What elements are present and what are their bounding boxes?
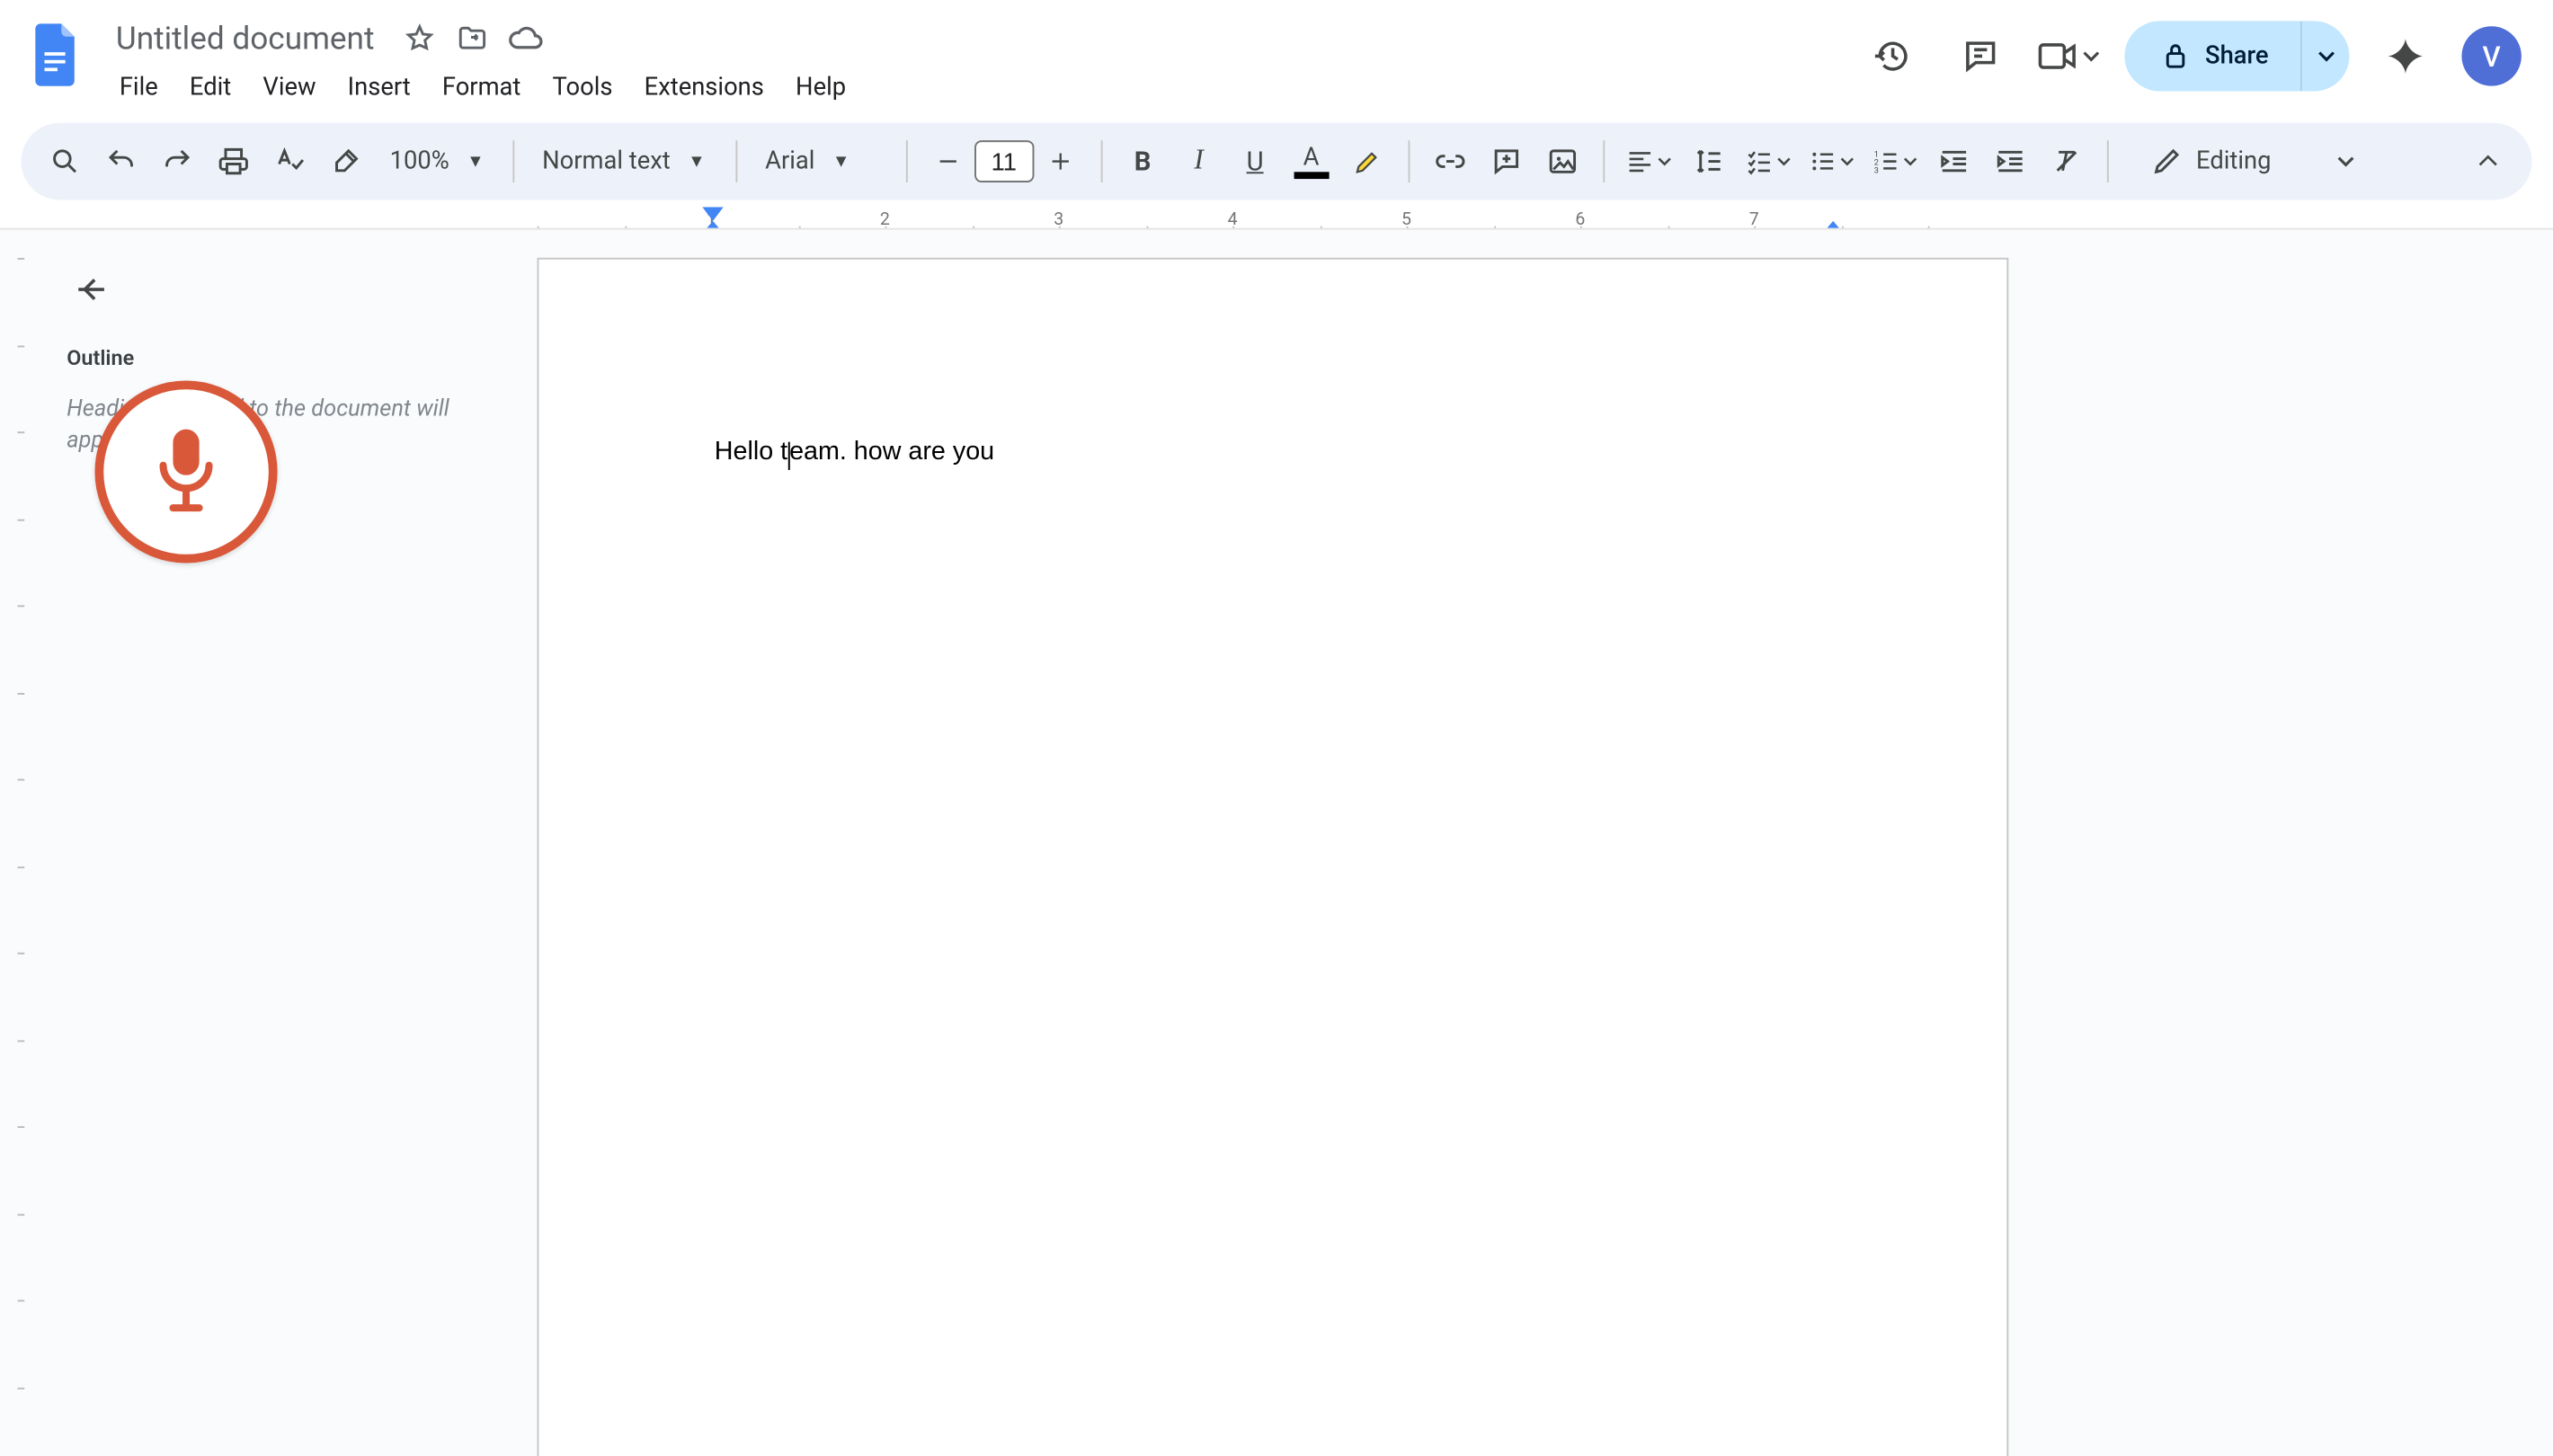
mode-value: Editing: [2196, 147, 2271, 175]
star-icon[interactable]: [403, 21, 438, 56]
decrease-font-button[interactable]: [921, 135, 974, 188]
menu-extensions[interactable]: Extensions: [630, 67, 778, 109]
first-line-indent-marker[interactable]: [702, 207, 723, 221]
align-button[interactable]: [1618, 135, 1677, 188]
spellcheck-button[interactable]: [263, 135, 316, 188]
share-dropdown[interactable]: [2300, 21, 2350, 91]
zoom-value: 100%: [390, 147, 449, 175]
style-value: Normal text: [542, 147, 671, 175]
highlight-button[interactable]: [1341, 135, 1394, 188]
insert-image-button[interactable]: [1536, 135, 1589, 188]
insert-link-button[interactable]: [1424, 135, 1477, 188]
redo-button[interactable]: [151, 135, 204, 188]
increase-indent-button[interactable]: [1984, 135, 2037, 188]
ruler-number: 5: [1401, 210, 1411, 229]
toolbar: 100% ▼ Normal text ▼ Arial ▼ B I U A: [21, 123, 2531, 200]
close-outline-button[interactable]: [67, 265, 116, 315]
font-size-input[interactable]: [974, 140, 1034, 182]
chevron-down-icon: ▼: [832, 152, 850, 171]
menu-tools[interactable]: Tools: [538, 67, 627, 109]
menu-edit[interactable]: Edit: [175, 67, 245, 109]
bold-button[interactable]: B: [1116, 135, 1170, 188]
ruler-number: 4: [1228, 210, 1238, 229]
paragraph-style-select[interactable]: Normal text ▼: [528, 135, 721, 188]
document-canvas[interactable]: Hello team. how are you: [538, 230, 2553, 1456]
menu-help[interactable]: Help: [781, 67, 859, 109]
ruler-number: 3: [1054, 210, 1063, 229]
svg-text:3: 3: [1873, 167, 1878, 176]
meet-icon[interactable]: [2037, 24, 2100, 87]
vertical-ruler[interactable]: [0, 230, 24, 1456]
decrease-indent-button[interactable]: [1927, 135, 1980, 188]
line-spacing-button[interactable]: [1682, 135, 1735, 188]
text-color-button[interactable]: A: [1285, 135, 1338, 188]
voice-typing-button[interactable]: [94, 381, 277, 564]
menu-format[interactable]: Format: [428, 67, 535, 109]
menu-file[interactable]: File: [105, 67, 172, 109]
menu-insert[interactable]: Insert: [334, 67, 424, 109]
zoom-select[interactable]: 100% ▼: [376, 135, 498, 188]
history-icon[interactable]: [1861, 24, 1924, 87]
share-button[interactable]: Share: [2124, 21, 2300, 91]
menubar: File Edit View Insert Format Tools Exten…: [105, 67, 1846, 109]
chevron-down-icon: ▼: [467, 152, 484, 171]
checklist-button[interactable]: [1738, 135, 1797, 188]
menu-view[interactable]: View: [249, 67, 330, 109]
undo-button[interactable]: [94, 135, 147, 188]
chevron-down-icon: ▼: [688, 152, 705, 171]
italic-button[interactable]: I: [1172, 135, 1225, 188]
comments-icon[interactable]: [1949, 24, 2012, 87]
page[interactable]: Hello team. how are you: [538, 258, 2009, 1456]
numbered-list-button[interactable]: 123: [1864, 135, 1924, 188]
gemini-icon[interactable]: [2374, 24, 2437, 87]
search-icon[interactable]: [39, 135, 92, 188]
cloud-status-icon[interactable]: [508, 21, 543, 56]
paint-format-button[interactable]: [319, 135, 372, 188]
insert-comment-button[interactable]: [1480, 135, 1533, 188]
mode-select[interactable]: Editing: [2133, 133, 2380, 189]
print-button[interactable]: [207, 135, 260, 188]
outline-title: Outline: [67, 346, 505, 370]
underline-button[interactable]: U: [1229, 135, 1282, 188]
increase-font-button[interactable]: [1034, 135, 1087, 188]
collapse-toolbar-button[interactable]: [2461, 135, 2514, 188]
ruler-number: 7: [1749, 210, 1759, 229]
share-label: Share: [2205, 42, 2269, 70]
font-select[interactable]: Arial ▼: [752, 135, 892, 188]
text-run: eam. how are you: [789, 439, 994, 466]
document-body[interactable]: Hello team. how are you: [715, 435, 1831, 471]
clear-formatting-button[interactable]: [2040, 135, 2093, 188]
docs-logo[interactable]: [21, 14, 91, 99]
ruler-number: 2: [880, 210, 890, 229]
document-title[interactable]: Untitled document: [105, 17, 385, 61]
outline-sidebar: Outline Headings you add to the document…: [24, 230, 537, 1456]
account-avatar[interactable]: V: [2461, 26, 2521, 85]
font-value: Arial: [765, 147, 814, 175]
bulleted-list-button[interactable]: [1801, 135, 1861, 188]
ruler-number: 6: [1575, 210, 1585, 229]
move-icon[interactable]: [455, 21, 490, 56]
avatar-initial: V: [2483, 40, 2501, 73]
text-run: Hello t: [715, 439, 787, 466]
